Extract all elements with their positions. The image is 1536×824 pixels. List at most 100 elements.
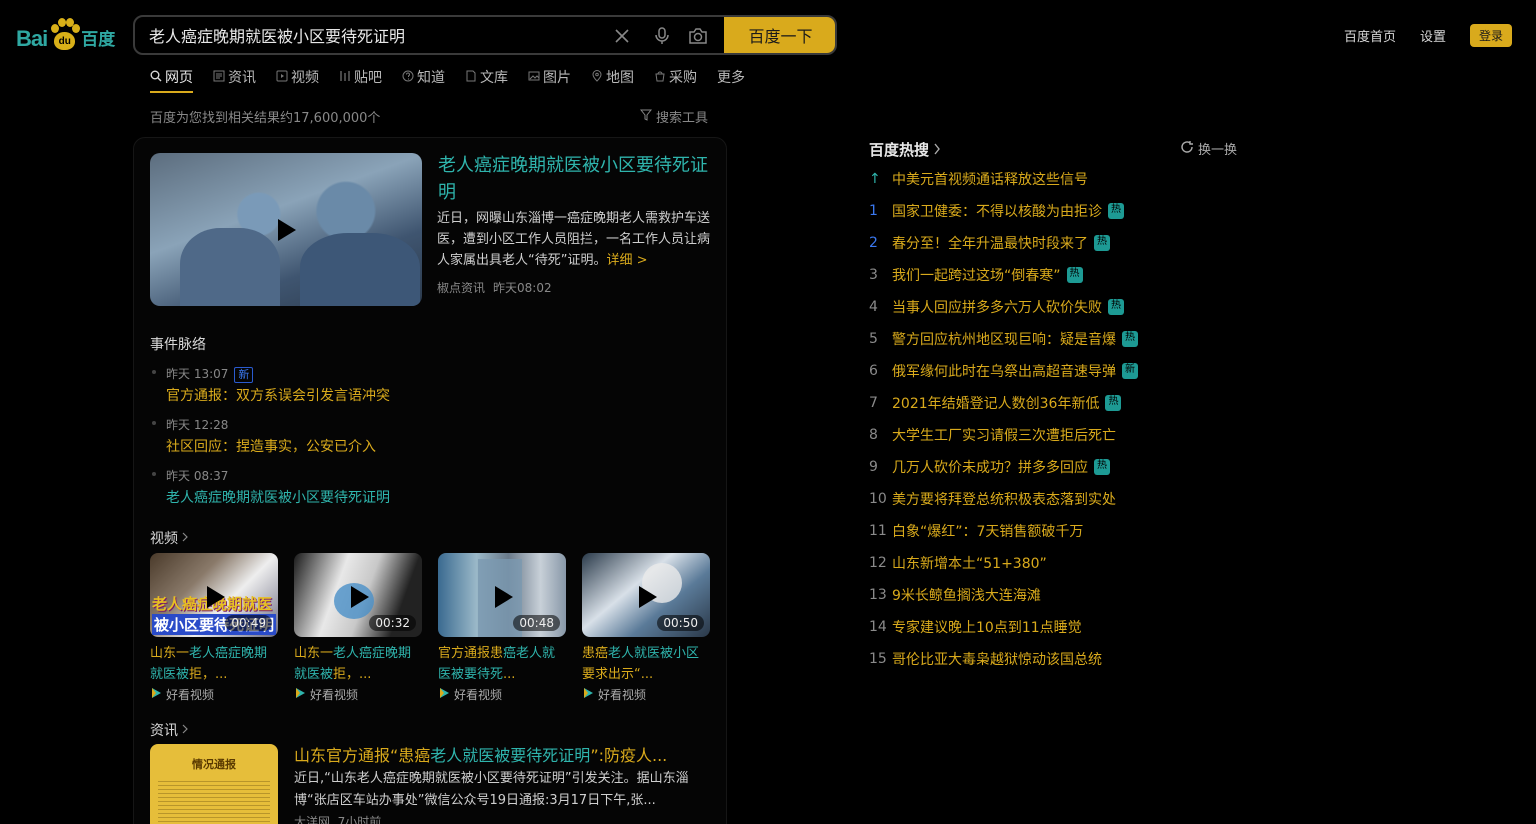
- hot-search-item[interactable]: 9 几万人砍价未成功？拼多多回应热: [869, 457, 1110, 477]
- settings-link[interactable]: 设置: [1420, 26, 1446, 45]
- hot-search-item[interactable]: 4 当事人回应拼多多六万人砍价失败热: [869, 297, 1124, 317]
- top-nav: 百度首页 设置 登录: [1344, 24, 1512, 47]
- refresh-label: 换一换: [1198, 143, 1238, 158]
- image-icon: [528, 70, 540, 82]
- hot-search-item[interactable]: 3 我们一起跨过这场“倒春寒” 热: [869, 265, 1083, 285]
- tab-news[interactable]: 资讯: [213, 67, 256, 93]
- hot-search-item[interactable]: 14 专家建议晚上10点到11点睡觉: [869, 617, 1082, 637]
- hot-title-text: 百度热搜: [869, 141, 930, 159]
- hot-search-item[interactable]: 13 9米长鲸鱼搁浅大连海滩: [869, 585, 1041, 605]
- camera-icon[interactable]: [687, 25, 709, 47]
- login-button[interactable]: 登录: [1469, 24, 1512, 47]
- hot-text: 警方回应杭州地区现巨响：疑是音爆: [892, 332, 1116, 348]
- tab-images[interactable]: 图片: [528, 67, 571, 93]
- hot-rank: 15: [869, 651, 887, 667]
- hot-search-item[interactable]: 6 俄军缘何此时在乌祭出高超音速导弹新: [869, 361, 1138, 381]
- hot-rank: 10: [869, 491, 887, 507]
- hot-search-item[interactable]: 5 警方回应杭州地区现巨响：疑是音爆热: [869, 329, 1138, 349]
- news-label-text: 资讯: [150, 723, 178, 739]
- hot-badge: 热: [1108, 203, 1124, 219]
- main-result-source: 椒点资讯 昨天08:02: [437, 279, 560, 296]
- hot-search-item[interactable]: 11 白象“爆红”：7天销售额破千万: [869, 521, 1083, 541]
- hot-rank: 3: [869, 267, 878, 283]
- video-thumbnail: 00:50: [582, 553, 710, 637]
- tieba-icon: [339, 70, 351, 82]
- hot-search-item[interactable]: 1 国家卫健委：不得以核酸为由拒诊热: [869, 201, 1124, 221]
- video-source: 好看视频: [150, 685, 278, 705]
- hot-search-item[interactable]: ↑ 中美元首视频通话释放这些信号: [869, 169, 1088, 189]
- detail-link[interactable]: 详细 >: [606, 253, 647, 268]
- event-item[interactable]: 昨天 13:07 新 官方通报：双方系误会引发言语冲突: [150, 365, 650, 405]
- video-duration: 00:48: [513, 615, 560, 631]
- new-badge: 新: [234, 367, 254, 383]
- source-name: 椒点资讯: [437, 281, 486, 295]
- hot-search-item[interactable]: 10 美方要将拜登总统积极表态落到实处: [869, 489, 1116, 509]
- chevron-right-icon: [181, 530, 189, 546]
- tab-zhidao[interactable]: 知道: [402, 67, 445, 93]
- hot-search-item[interactable]: 7 2021年结婚登记人数创36年新低热: [869, 393, 1122, 413]
- tab-video[interactable]: 视频: [276, 67, 319, 93]
- news-thumbnail[interactable]: 情况通报: [150, 744, 278, 824]
- video-thumbnail: 老人癌症晚期就医 被小区要待死证明 00:49: [150, 553, 278, 637]
- event-item[interactable]: 昨天 08:37 老人癌症晚期就医被小区要待死证明: [150, 467, 650, 507]
- hot-text: 我们一起跨过这场“倒春寒”: [892, 268, 1061, 284]
- videos-label[interactable]: 视频: [150, 528, 189, 548]
- search-tabs: 网页 资讯 视频 贴吧 知道 文库 图片 地图 采购 更多: [150, 67, 765, 93]
- search-button[interactable]: 百度一下: [724, 17, 835, 53]
- video-title: 山东一老人癌症晚期就医被拒，...: [294, 646, 412, 682]
- hot-search-item[interactable]: 12 山东新增本土“51+380”: [869, 553, 1047, 573]
- haokan-icon: [294, 685, 306, 705]
- hot-text: 春分至！全年升温最快时段来了: [892, 236, 1088, 252]
- microphone-icon[interactable]: [651, 25, 673, 47]
- video-card[interactable]: 00:48 官方通报患癌老人就医被要待死... 好看视频: [438, 553, 566, 705]
- hot-rank: 4: [869, 299, 878, 315]
- question-icon: [402, 70, 414, 82]
- logo-cn: 百度: [81, 30, 116, 50]
- play-icon: [639, 586, 657, 608]
- video-icon: [276, 70, 288, 82]
- hot-search-title[interactable]: 百度热搜: [869, 139, 941, 160]
- hot-rank: 2: [869, 235, 878, 251]
- video-card[interactable]: 00:50 患癌老人就医被小区要求出示“... 好看视频: [582, 553, 710, 705]
- refresh-button[interactable]: 换一换: [1180, 139, 1237, 158]
- search-tools-label: 搜索工具: [656, 111, 709, 126]
- news-label[interactable]: 资讯: [150, 720, 189, 740]
- search-tools[interactable]: 搜索工具: [639, 107, 709, 126]
- news-source: 大洋网 7小时前: [294, 815, 382, 824]
- main-video-thumbnail[interactable]: [150, 153, 422, 306]
- tab-map[interactable]: 地图: [591, 67, 634, 93]
- event-item[interactable]: 昨天 12:28 社区回应：捏造事实，公安已介入: [150, 416, 650, 456]
- tab-label: 文库: [480, 70, 508, 86]
- video-card[interactable]: 老人癌症晚期就医 被小区要待死证明 00:49 山东一老人癌症晚期就医被拒，..…: [150, 553, 278, 705]
- hot-rank: 8: [869, 427, 878, 443]
- tab-label: 网页: [165, 70, 193, 86]
- news-title[interactable]: 山东官方通报“患癌老人就医被要待死证明”:防疫人...: [294, 742, 667, 766]
- hot-search-item[interactable]: 8 大学生工厂实习请假三次遭拒后死亡: [869, 425, 1116, 445]
- tab-label: 资讯: [228, 70, 256, 86]
- tab-wenku[interactable]: 文库: [465, 67, 508, 93]
- baidu-logo[interactable]: Bai du 百度: [16, 16, 115, 52]
- home-link[interactable]: 百度首页: [1344, 26, 1396, 45]
- shop-icon: [654, 70, 666, 82]
- hot-text: 哥伦比亚大毒枭越狱惊动该国总统: [892, 652, 1102, 668]
- search-input[interactable]: [149, 17, 609, 53]
- refresh-icon: [1180, 140, 1194, 158]
- video-duration: 00:32: [369, 615, 416, 631]
- main-result-title[interactable]: 老人癌症晚期就医被小区要待死证明: [438, 152, 714, 206]
- hot-search-item[interactable]: 2 春分至！全年升温最快时段来了热: [869, 233, 1110, 253]
- search-icon: [150, 70, 162, 82]
- tab-web[interactable]: 网页: [150, 67, 193, 93]
- hot-rank: 6: [869, 363, 878, 379]
- hot-rank: 9: [869, 459, 878, 475]
- event-time: 昨天 12:28: [166, 418, 229, 432]
- tab-more[interactable]: 更多: [717, 67, 745, 93]
- filter-icon: [639, 109, 653, 125]
- clear-icon[interactable]: [611, 25, 633, 47]
- tab-shop[interactable]: 采购: [654, 67, 697, 93]
- hot-search-item[interactable]: 15 哥伦比亚大毒枭越狱惊动该国总统: [869, 649, 1102, 669]
- hot-rank: 5: [869, 331, 878, 347]
- video-card[interactable]: 00:32 山东一老人癌症晚期就医被拒，... 好看视频: [294, 553, 422, 705]
- chevron-right-icon: [933, 141, 941, 159]
- tab-tieba[interactable]: 贴吧: [339, 67, 382, 93]
- document-icon: [465, 70, 477, 82]
